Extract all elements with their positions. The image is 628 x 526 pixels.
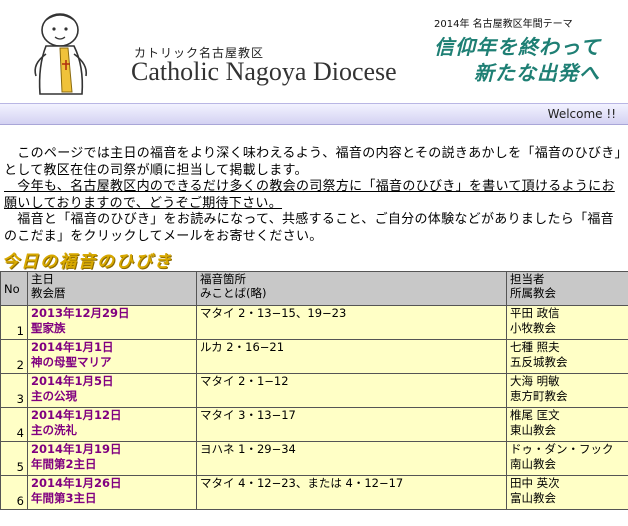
priest-name: 椎尾 匡文 (510, 408, 560, 422)
row-sunday-cell: 2014年1月5日 主の公現 (27, 373, 197, 408)
row-number: 5 (0, 441, 28, 476)
date-link[interactable]: 2014年1月26日 (31, 476, 193, 491)
church-name: 東山教会 (510, 423, 556, 437)
date-link[interactable]: 2014年1月12日 (31, 408, 193, 423)
row-sunday-cell: 2014年1月1日 神の母聖マリア (27, 339, 197, 374)
annual-theme-title: 信仰年を終わって 新たな出発へ (434, 34, 618, 90)
intro-paragraph-2: 今年も、名古屋教区内のできるだけ多くの教会の司祭方に「福音のひびき」を書いて頂け… (4, 179, 615, 211)
feast-link[interactable]: 神の母聖マリア (31, 355, 193, 370)
gospel-passage: マタイ 2・1−12 (196, 373, 507, 408)
church-name: 富山教会 (510, 491, 556, 505)
priest-name: 田中 英次 (510, 476, 560, 490)
row-sunday-cell: 2014年1月26日 年間第3主日 (27, 475, 197, 510)
table-row: 1 2013年12月29日 聖家族 マタイ 2・13−15、19−23 平田 政… (0, 305, 628, 340)
gospel-passage: マタイ 4・12−23、または 4・12−17 (196, 475, 507, 510)
header-priest-line2: 所属教会 (510, 286, 556, 300)
table-row: 3 2014年1月5日 主の公現 マタイ 2・1−12 大海 明敏 恵方町教会 (0, 373, 628, 408)
feast-link[interactable]: 聖家族 (31, 321, 193, 336)
gospel-passage: マタイ 2・13−15、19−23 (196, 305, 507, 340)
feast-link[interactable]: 主の洗礼 (31, 423, 193, 438)
priest-name: 七種 照夫 (510, 340, 560, 354)
intro-paragraph-3: 福音と「福音のひびき」をお読みになって、共感すること、ご自分の体験などがありまし… (4, 212, 614, 244)
table-header-row: No 主日 教会暦 福音箇所 みことば(略) 担当者 所属教会 (0, 271, 628, 306)
table-row: 6 2014年1月26日 年間第3主日 マタイ 4・12−23、または 4・12… (0, 475, 628, 510)
date-link[interactable]: 2014年1月1日 (31, 340, 193, 355)
diocese-name-english: Catholic Nagoya Diocese (131, 57, 397, 86)
church-name: 小牧教会 (510, 321, 556, 335)
priest-name: 平田 政信 (510, 306, 560, 320)
annual-theme-line-1: 信仰年を終わって (434, 35, 601, 59)
priest-cell: 平田 政信 小牧教会 (506, 305, 628, 340)
table-row: 4 2014年1月12日 主の洗礼 マタイ 3・13−17 椎尾 匡文 東山教会 (0, 407, 628, 442)
date-link[interactable]: 2014年1月19日 (31, 442, 193, 457)
intro-paragraph-1: このページでは主日の福音をより深く味わえるよう、福音の内容とその説きあかしを「福… (4, 146, 622, 178)
header-sunday: 主日 教会暦 (27, 271, 197, 306)
priest-mascot-logo (34, 13, 88, 95)
header-gospel-line1: 福音箇所 (200, 272, 246, 286)
date-link[interactable]: 2014年1月5日 (31, 374, 193, 389)
header-banner: カトリック名古屋教区 Catholic Nagoya Diocese 2014年… (0, 0, 628, 102)
row-sunday-cell: 2014年1月12日 主の洗礼 (27, 407, 197, 442)
gospel-schedule-table: No 主日 教会暦 福音箇所 みことば(略) 担当者 所属教会 1 2013年1… (0, 271, 628, 510)
row-number: 6 (0, 475, 28, 510)
table-row: 5 2014年1月19日 年間第2主日 ヨハネ 1・29−34 ドゥ・ダン・フッ… (0, 441, 628, 476)
row-number: 1 (0, 305, 28, 340)
gospel-passage: ルカ 2・16−21 (196, 339, 507, 374)
row-number: 3 (0, 373, 28, 408)
header-gospel-passage: 福音箇所 みことば(略) (196, 271, 507, 306)
feast-link[interactable]: 年間第2主日 (31, 457, 193, 472)
header-sunday-line2: 教会暦 (31, 286, 66, 300)
row-number: 2 (0, 339, 28, 374)
intro-text: このページでは主日の福音をより深く味わえるよう、福音の内容とその説きあかしを「福… (4, 146, 624, 245)
gospel-passage: ヨハネ 1・29−34 (196, 441, 507, 476)
welcome-text: Welcome !! (547, 107, 616, 121)
welcome-bar: Welcome !! (0, 103, 628, 125)
priest-cell: 大海 明敏 恵方町教会 (506, 373, 628, 408)
feast-link[interactable]: 年間第3主日 (31, 491, 193, 506)
annual-theme-line-2: 新たな出発へ (474, 61, 600, 85)
priest-name: ドゥ・ダン・フック (510, 442, 614, 456)
church-name: 五反城教会 (510, 355, 568, 369)
header-priest: 担当者 所属教会 (506, 271, 628, 306)
header-priest-line1: 担当者 (510, 272, 545, 286)
header-sunday-line1: 主日 (31, 272, 54, 286)
date-link[interactable]: 2013年12月29日 (31, 306, 193, 321)
priest-cell: 七種 照夫 五反城教会 (506, 339, 628, 374)
header-no: No (0, 271, 28, 306)
priest-cell: 椎尾 匡文 東山教会 (506, 407, 628, 442)
feast-link[interactable]: 主の公現 (31, 389, 193, 404)
row-sunday-cell: 2013年12月29日 聖家族 (27, 305, 197, 340)
table-row: 2 2014年1月1日 神の母聖マリア ルカ 2・16−21 七種 照夫 五反城… (0, 339, 628, 374)
section-title-gospel-echo: 今日の福音のひびき (2, 252, 173, 272)
church-name: 南山教会 (510, 457, 556, 471)
header-gospel-line2: みことば(略) (200, 286, 267, 300)
priest-cell: ドゥ・ダン・フック 南山教会 (506, 441, 628, 476)
priest-name: 大海 明敏 (510, 374, 560, 388)
row-sunday-cell: 2014年1月19日 年間第2主日 (27, 441, 197, 476)
row-number: 4 (0, 407, 28, 442)
annual-theme-label: 2014年 名古屋教区年間テーマ (434, 19, 573, 30)
gospel-passage: マタイ 3・13−17 (196, 407, 507, 442)
church-name: 恵方町教会 (510, 389, 568, 403)
priest-cell: 田中 英次 富山教会 (506, 475, 628, 510)
